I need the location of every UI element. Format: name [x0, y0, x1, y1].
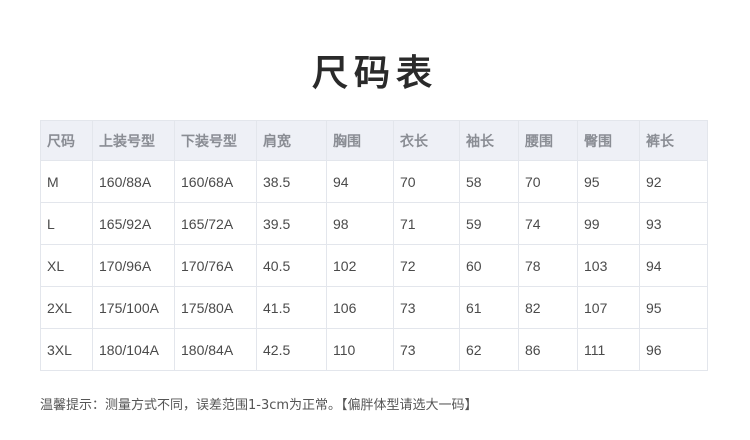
table-cell: 95	[577, 160, 640, 203]
table-header-row: 尺码 上装号型 下装号型 肩宽 胸围 衣长 袖长 腰围 臀围 裤长	[40, 120, 708, 161]
table-row: 3XL 180/104A 180/84A 42.5 110 73 62 86 1…	[40, 328, 708, 371]
table-cell: 94	[639, 244, 708, 287]
table-cell: 93	[639, 202, 708, 245]
table-cell: 41.5	[256, 286, 327, 329]
table-cell: 78	[518, 244, 578, 287]
column-header-waist: 腰围	[518, 120, 578, 161]
table-row: 2XL 175/100A 175/80A 41.5 106 73 61 82 1…	[40, 286, 708, 329]
table-cell: 40.5	[256, 244, 327, 287]
column-header-pants-length: 裤长	[639, 120, 708, 161]
table-cell: L	[40, 202, 93, 245]
table-cell: M	[40, 160, 93, 203]
column-header-chest: 胸围	[326, 120, 394, 161]
table-cell: 74	[518, 202, 578, 245]
table-cell: 98	[326, 202, 394, 245]
table-cell: XL	[40, 244, 93, 287]
table-cell: 72	[393, 244, 460, 287]
table-cell: 58	[459, 160, 519, 203]
size-chart-table: 尺码 上装号型 下装号型 肩宽 胸围 衣长 袖长 腰围 臀围 裤长 M 160/…	[40, 120, 708, 371]
table-cell: 175/100A	[92, 286, 175, 329]
size-note: 温馨提示：测量方式不同，误差范围1-3cm为正常。【偏胖体型请选大一码】	[40, 398, 478, 413]
table-cell: 170/76A	[174, 244, 257, 287]
table-cell: 3XL	[40, 328, 93, 371]
table-cell: 111	[577, 328, 640, 371]
table-cell: 99	[577, 202, 640, 245]
table-cell: 180/84A	[174, 328, 257, 371]
column-header-hip: 臀围	[577, 120, 640, 161]
table-cell: 70	[393, 160, 460, 203]
column-header-top-size: 上装号型	[92, 120, 175, 161]
table-cell: 103	[577, 244, 640, 287]
table-cell: 165/92A	[92, 202, 175, 245]
table-cell: 160/68A	[174, 160, 257, 203]
table-cell: 62	[459, 328, 519, 371]
table-cell: 86	[518, 328, 578, 371]
table-cell: 175/80A	[174, 286, 257, 329]
table-cell: 70	[518, 160, 578, 203]
table-cell: 39.5	[256, 202, 327, 245]
table-cell: 73	[393, 286, 460, 329]
table-cell: 73	[393, 328, 460, 371]
column-header-bottom-size: 下装号型	[174, 120, 257, 161]
table-cell: 59	[459, 202, 519, 245]
table-cell: 82	[518, 286, 578, 329]
table-cell: 2XL	[40, 286, 93, 329]
column-header-sleeve: 袖长	[459, 120, 519, 161]
table-cell: 102	[326, 244, 394, 287]
table-cell: 106	[326, 286, 394, 329]
table-cell: 42.5	[256, 328, 327, 371]
column-header-length: 衣长	[393, 120, 460, 161]
table-cell: 71	[393, 202, 460, 245]
table-row: M 160/88A 160/68A 38.5 94 70 58 70 95 92	[40, 160, 708, 203]
table-row: XL 170/96A 170/76A 40.5 102 72 60 78 103…	[40, 244, 708, 287]
table-cell: 170/96A	[92, 244, 175, 287]
page-title: 尺码表	[311, 53, 438, 94]
table-cell: 110	[326, 328, 394, 371]
table-row: L 165/92A 165/72A 39.5 98 71 59 74 99 93	[40, 202, 708, 245]
column-header-shoulder: 肩宽	[256, 120, 327, 161]
table-cell: 160/88A	[92, 160, 175, 203]
table-cell: 107	[577, 286, 640, 329]
table-cell: 95	[639, 286, 708, 329]
table-cell: 96	[639, 328, 708, 371]
table-cell: 165/72A	[174, 202, 257, 245]
column-header-size: 尺码	[40, 120, 93, 161]
table-cell: 92	[639, 160, 708, 203]
table-cell: 38.5	[256, 160, 327, 203]
table-cell: 180/104A	[92, 328, 175, 371]
table-cell: 60	[459, 244, 519, 287]
table-cell: 94	[326, 160, 394, 203]
table-cell: 61	[459, 286, 519, 329]
